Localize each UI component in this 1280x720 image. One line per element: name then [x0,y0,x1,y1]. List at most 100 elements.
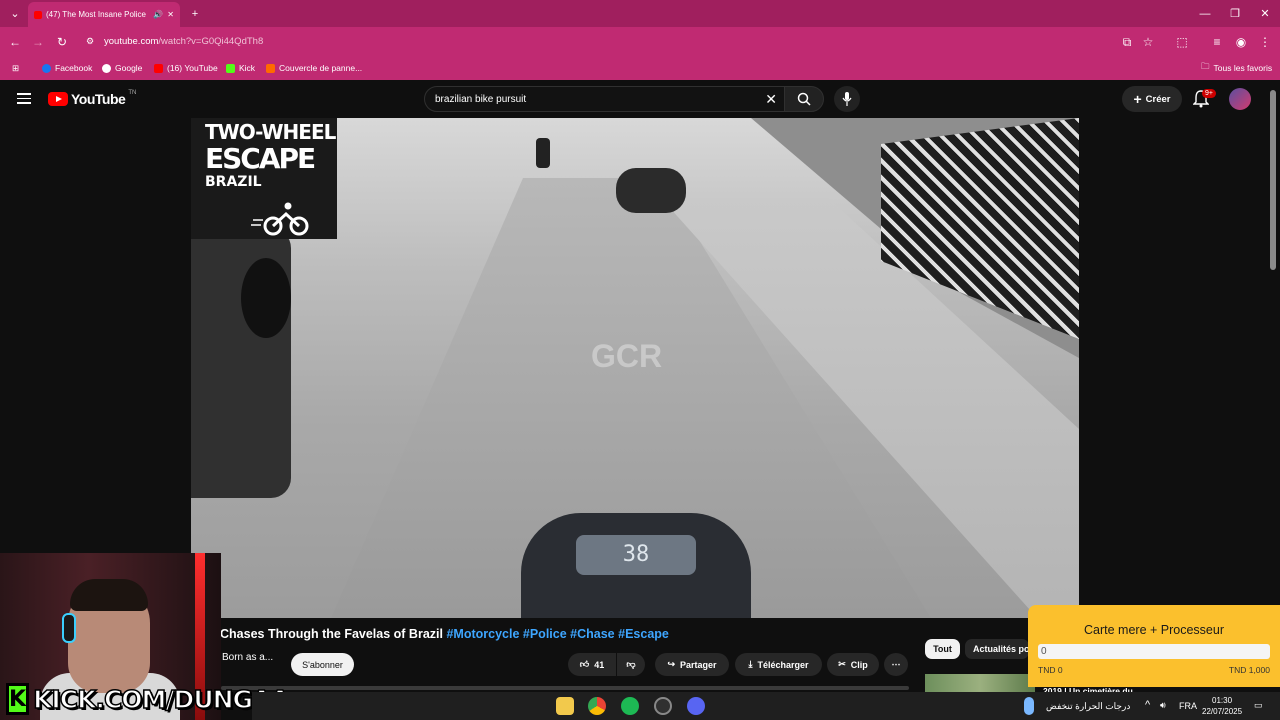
more-actions-button[interactable]: ⋯ [884,653,908,676]
tab-close-icon[interactable]: ✕ [167,10,174,19]
video-frame-tire [241,258,291,338]
cast-icon[interactable]: ⧉ [1118,33,1136,51]
search-input[interactable]: brazilian bike pursuit ✕ [424,86,786,112]
url-path: /watch?v=G0Qi44QdTh8 [158,36,264,47]
goal-max: TND 1,000 [1228,665,1270,675]
menu-kebab-icon[interactable]: ⋮ [1256,33,1274,51]
video-watermark: GCR [591,338,663,374]
browser-tab-bar: ⌄ (47) The Most Insane Police 🔊 ✕ + — ❐ … [0,0,1280,27]
donation-goal-widget: Carte mere + Processeur 0 TND 0 TND 1,00… [1028,605,1280,687]
youtube-header: YouTube TN brazilian bike pursuit ✕ + Cr… [0,80,1280,118]
tab-search-icon[interactable]: ⌄ [0,0,30,27]
create-button[interactable]: + Créer [1122,86,1182,112]
voice-search-button[interactable] [834,86,860,112]
weather-icon[interactable] [1024,697,1034,715]
address-bar[interactable]: ⚙ youtube.com/watch?v=G0Qi44QdTh8 [80,30,1080,53]
kick-icon [226,63,235,73]
dislike-button[interactable]: 👎︎ [617,653,645,676]
video-frame-motorcycle-dash: 38 [521,513,751,618]
clock-date[interactable]: 22/07/2025 [1202,707,1242,716]
chip-all[interactable]: Tout [925,639,960,659]
channel-overlay-logo: TWO-WHEEL ESCAPE BRAZIL [191,118,337,239]
motorcycle-rider-icon [251,202,309,236]
hashtag-link[interactable]: #Chase [570,627,614,641]
youtube-favicon-icon [34,10,42,19]
speedometer-readout: 38 [576,535,696,575]
search-button[interactable] [784,86,824,112]
thumbs-down-icon: 👎︎ [626,659,636,669]
notifications-badge: 9+ [1202,89,1216,98]
spotify-icon[interactable] [621,697,639,715]
bookmark-all-favorites[interactable]: 🗀 Tous les favoris [1201,61,1272,75]
hashtag-link[interactable]: #Motorcycle [446,627,519,641]
browser-tab-active[interactable]: (47) The Most Insane Police 🔊 ✕ [28,2,180,27]
channel-name[interactable]: Born as a... [222,652,273,663]
forward-icon[interactable]: → [29,33,47,51]
plus-icon: + [1133,91,1142,107]
reload-icon[interactable]: ↻ [53,33,71,51]
restore-icon[interactable]: ❐ [1220,0,1250,27]
video-frame-distant-bike [536,138,550,168]
video-player[interactable]: GCR 38 TWO-WHEEL ESCAPE BRAZIL [191,118,1079,618]
facebook-icon [42,63,51,73]
video-frame-parked-bike [616,168,686,213]
url-host: youtube.com [104,36,159,47]
webcam-person-hair [70,579,148,611]
show-hidden-icons-icon[interactable]: ^ [1145,699,1150,711]
bookmark-star-icon[interactable]: ☆ [1139,33,1157,51]
weather-text[interactable]: درجات الحرارة تنخفض [1046,701,1130,712]
thumbs-up-icon: 👍︎ [579,659,590,669]
file-explorer-icon[interactable] [556,697,574,715]
volume-icon[interactable]: 🔊︎ [1160,700,1166,711]
youtube-play-icon [48,92,68,106]
suggested-video-thumbnail[interactable] [925,674,1035,694]
description-divider [221,686,909,690]
video-title: Chases Through the Favelas of Brazil #Mo… [220,627,669,641]
language-indicator[interactable]: FRA [1179,701,1197,711]
notification-center-icon[interactable]: ▭ [1254,700,1263,711]
extensions-icon[interactable]: ⬚ [1173,33,1191,51]
youtube-logo[interactable]: YouTube TN [48,90,136,107]
microphone-icon [842,92,852,106]
clip-button[interactable]: ✂ Clip [827,653,879,676]
account-avatar[interactable] [1229,88,1251,110]
share-icon: ↪ [667,659,675,669]
subscribe-button[interactable]: S'abonner [291,653,354,676]
goal-progress-bar: 0 [1038,644,1270,659]
hamburger-menu-icon[interactable] [17,93,31,104]
page-scrollbar[interactable] [1270,90,1276,270]
like-button[interactable]: 👍︎ 41 [568,653,616,676]
download-button[interactable]: ⤓ Télécharger [735,653,822,676]
kick-url-text: KICK.COM/DUNGAA [32,684,290,715]
aliexpress-icon [266,63,275,73]
bookmark-google[interactable]: Google [102,61,142,75]
media-control-icon[interactable]: ≡ [1208,33,1226,51]
site-info-icon[interactable]: ⚙ [86,36,94,47]
clear-search-icon[interactable]: ✕ [765,91,777,108]
chip-news[interactable]: Actualités po [965,639,1029,659]
bookmarks-bar: ⊞ Facebook Google (16) YouTube Kick Couv… [0,56,1280,80]
share-button[interactable]: ↪ Partager [655,653,729,676]
bookmark-facebook[interactable]: Facebook [42,61,92,75]
obs-icon[interactable] [654,697,672,715]
apps-icon[interactable]: ⊞ [12,61,19,75]
speaker-icon[interactable]: 🔊 [153,10,163,19]
download-icon: ⤓ [748,659,753,669]
browser-toolbar: ← → ↻ ⚙ youtube.com/watch?v=G0Qi44QdTh8 … [0,27,1280,56]
bookmark-couvercle[interactable]: Couvercle de panne... [266,61,362,75]
folder-icon: 🗀 [1201,61,1210,71]
google-icon [102,63,111,73]
goal-title: Carte mere + Processeur [1084,623,1224,637]
bookmark-kick[interactable]: Kick [226,61,255,75]
hashtag-link[interactable]: #Escape [618,627,669,641]
discord-icon[interactable] [687,697,705,715]
minimize-icon[interactable]: — [1190,0,1220,27]
back-icon[interactable]: ← [6,33,24,51]
profile-icon[interactable]: ◉ [1232,33,1250,51]
clock-time[interactable]: 01:30 [1212,696,1232,705]
window-close-icon[interactable]: ✕ [1250,0,1280,27]
bookmark-youtube[interactable]: (16) YouTube [154,61,218,75]
new-tab-icon[interactable]: + [180,0,210,27]
chrome-icon[interactable] [588,697,606,715]
hashtag-link[interactable]: #Police [523,627,567,641]
